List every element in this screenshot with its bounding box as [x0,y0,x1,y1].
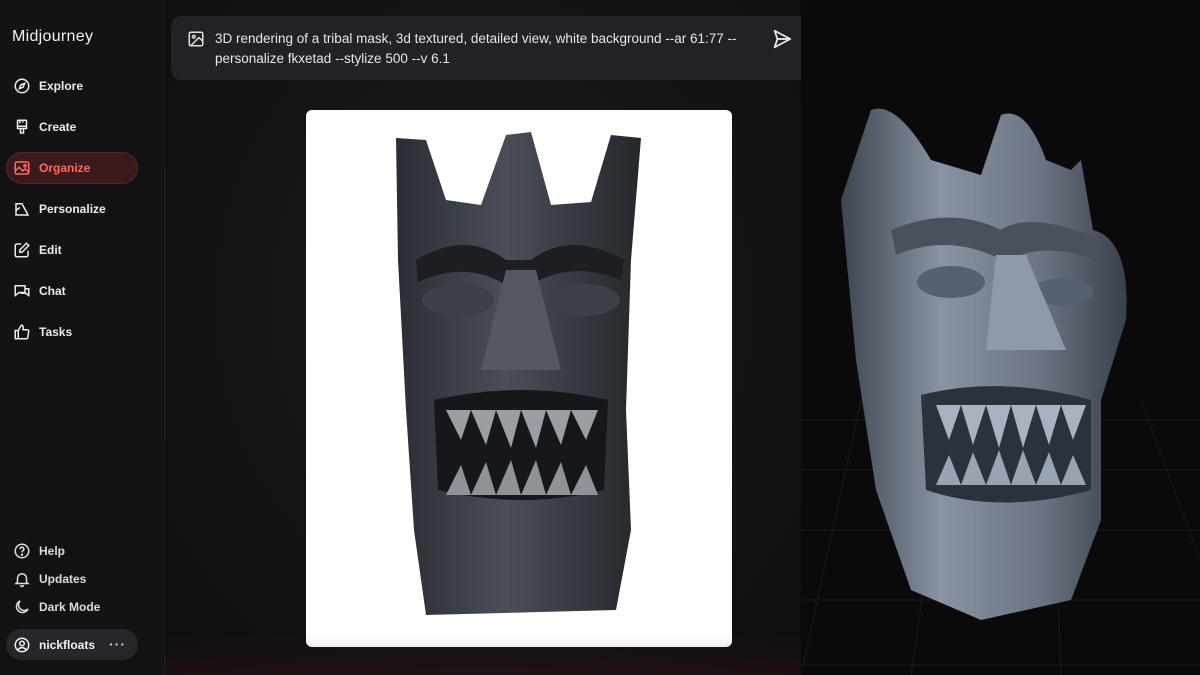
sidebar-item-edit[interactable]: Edit [6,234,138,266]
more-options-button[interactable]: ··· [109,636,126,652]
sidebar-item-chat[interactable]: Chat [6,275,138,307]
sidebar-item-label: Chat [39,284,66,298]
brush-icon [16,119,28,134]
username: nickfloats [39,637,96,652]
dark-mode-toggle[interactable]: Dark Mode [6,596,138,618]
image-detail-area: 3D rendering of a tribal mask, 3d textur… [165,0,801,675]
generated-image[interactable] [306,110,732,647]
3d-viewer[interactable] [801,0,1200,675]
sidebar-item-organize[interactable]: Organize [6,152,138,184]
sidebar: Midjourney Explore Create Organize Perso… [0,0,165,675]
prompt-line-2: personalize fkxetad --stylize 500 --v 6.… [215,51,450,66]
app-logo[interactable]: Midjourney [12,28,93,46]
sidebar-item-label: Create [39,120,77,134]
help-icon [14,543,30,559]
sidebar-item-create[interactable]: Create [6,111,138,143]
sidebar-item-label: Explore [39,79,84,93]
sidebar-item-tasks[interactable]: Tasks [6,316,138,348]
sidebar-item-label: Edit [39,243,62,257]
viewer-grid [801,108,1200,675]
tribal-mask-image [396,132,641,615]
edit-icon [14,242,30,258]
updates-link[interactable]: Updates [6,568,138,590]
moon-icon [15,600,29,614]
chat-icon [14,285,30,298]
prompt-bar: 3D rendering of a tribal mask, 3d textur… [171,16,801,80]
help-link[interactable]: Help [6,540,138,562]
send-icon[interactable] [771,28,793,50]
help-label: Help [39,544,66,558]
bell-icon [14,573,30,588]
sidebar-item-label: Organize [39,161,91,175]
personalize-icon [15,203,30,216]
prompt-text[interactable]: 3D rendering of a tribal mask, 3d textur… [215,29,760,69]
sidebar-item-label: Personalize [39,202,106,216]
3d-mask-model [841,108,1127,621]
sidebar-item-explore[interactable]: Explore [6,70,138,102]
updates-label: Updates [39,572,87,586]
user-avatar-icon [14,637,30,652]
thumbs-up-icon [14,324,30,340]
prompt-line-1: 3D rendering of a tribal mask, 3d textur… [215,31,737,46]
dark-mode-label: Dark Mode [39,600,101,614]
compass-icon [14,78,30,94]
image-icon[interactable] [187,30,205,48]
main-nav: Explore Create Organize Personalize Edit… [6,70,138,357]
secondary-nav: Help Updates Dark Mode [6,540,138,624]
sidebar-item-personalize[interactable]: Personalize [6,193,138,225]
sidebar-item-label: Tasks [39,325,73,339]
image-icon [14,161,30,175]
user-menu[interactable]: nickfloats ··· [6,629,138,660]
